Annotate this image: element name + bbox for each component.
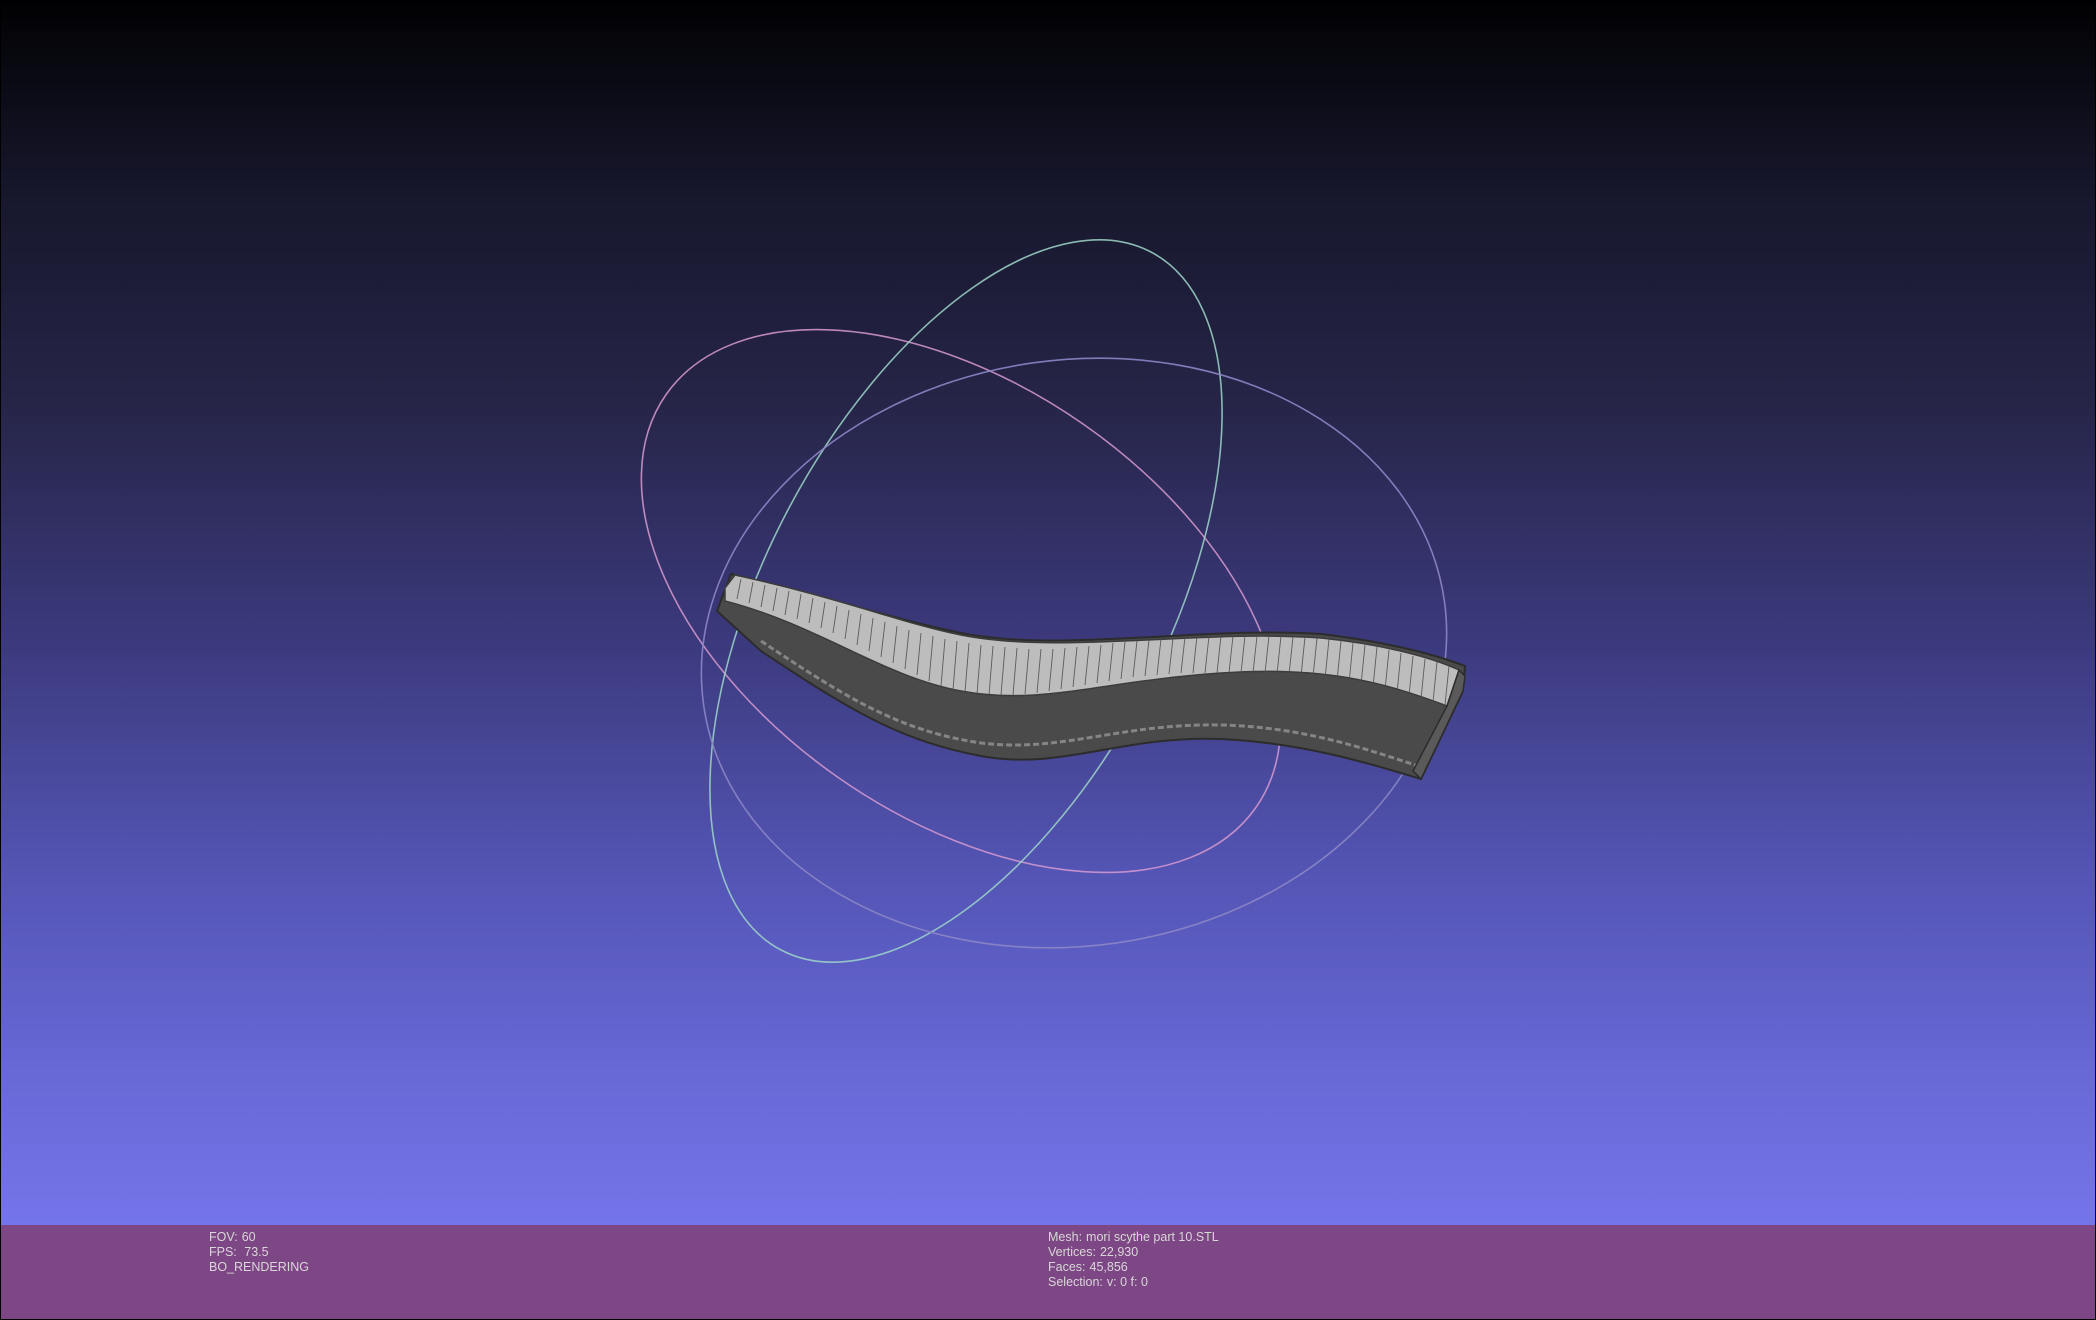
fov-line: FOV: 60 [209, 1230, 309, 1245]
render-info: FOV: 60 FPS: 73.5 BO_RENDERING [209, 1230, 309, 1275]
trackball-gizmo-icon[interactable] [543, 158, 1485, 1043]
mesh-name: mori scythe part 10.STL [1086, 1230, 1219, 1244]
vertices-count: 22,930 [1099, 1245, 1139, 1259]
mesh-info: Mesh: mori scythe part 10.STL Vertices: 22… [1048, 1230, 1219, 1290]
fov-value: 60 [241, 1230, 256, 1244]
vertices-label: Vertices: [1048, 1245, 1096, 1259]
fps-label: FPS: [209, 1245, 237, 1259]
faces-line: Faces: 45,856 [1048, 1260, 1219, 1275]
fov-label: FOV: [209, 1230, 238, 1244]
meshlab-viewer: FOV: 60 FPS: 73.5 BO_RENDERING Mesh: mori … [0, 0, 2096, 1320]
faces-count: 45,856 [1089, 1260, 1128, 1274]
scene-canvas[interactable] [1, 1, 2095, 1225]
selection-label: Selection: [1048, 1275, 1103, 1289]
vertices-line: Vertices: 22,930 [1048, 1245, 1219, 1260]
trackball-ring-x[interactable] [543, 218, 1379, 983]
fps-value: 73.5 [240, 1245, 269, 1259]
status-bar: FOV: 60 FPS: 73.5 BO_RENDERING Mesh: mori … [1, 1225, 2095, 1319]
render-mode: BO_RENDERING [209, 1260, 310, 1274]
selection-line: Selection: v: 0 f: 0 [1048, 1275, 1219, 1290]
selection-value: v: 0 f: 0 [1106, 1275, 1148, 1289]
fps-line: FPS: 73.5 [209, 1245, 309, 1260]
mesh-line: Mesh: mori scythe part 10.STL [1048, 1230, 1219, 1245]
faces-label: Faces: [1048, 1260, 1086, 1274]
mesh-wireframe-icon[interactable] [715, 572, 1467, 781]
3d-viewport[interactable] [1, 1, 2095, 1225]
mesh-label: Mesh: [1048, 1230, 1083, 1244]
